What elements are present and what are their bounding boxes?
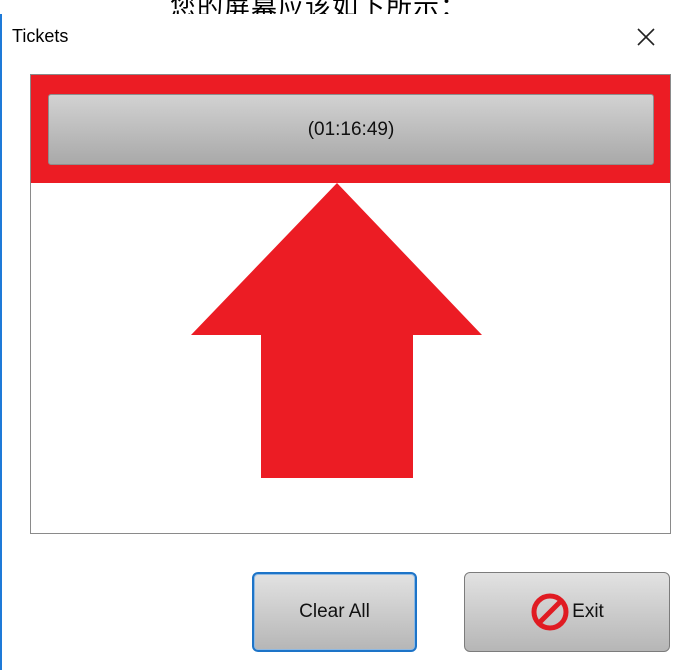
clear-all-label: Clear All	[299, 601, 370, 622]
exit-label: Exit	[572, 601, 604, 622]
close-icon	[637, 28, 655, 46]
up-arrow-icon	[191, 183, 482, 478]
tickets-dialog: Tickets (01:16:49) Clear All Exit	[0, 14, 673, 670]
window-title: Tickets	[12, 26, 69, 46]
tickets-list: (01:16:49)	[30, 74, 671, 534]
ticket-item[interactable]: (01:16:49)	[48, 94, 654, 165]
exit-button[interactable]: Exit	[464, 572, 670, 652]
clear-all-button[interactable]: Clear All	[252, 572, 417, 652]
close-button[interactable]	[629, 20, 663, 54]
no-sign-icon	[531, 593, 569, 631]
